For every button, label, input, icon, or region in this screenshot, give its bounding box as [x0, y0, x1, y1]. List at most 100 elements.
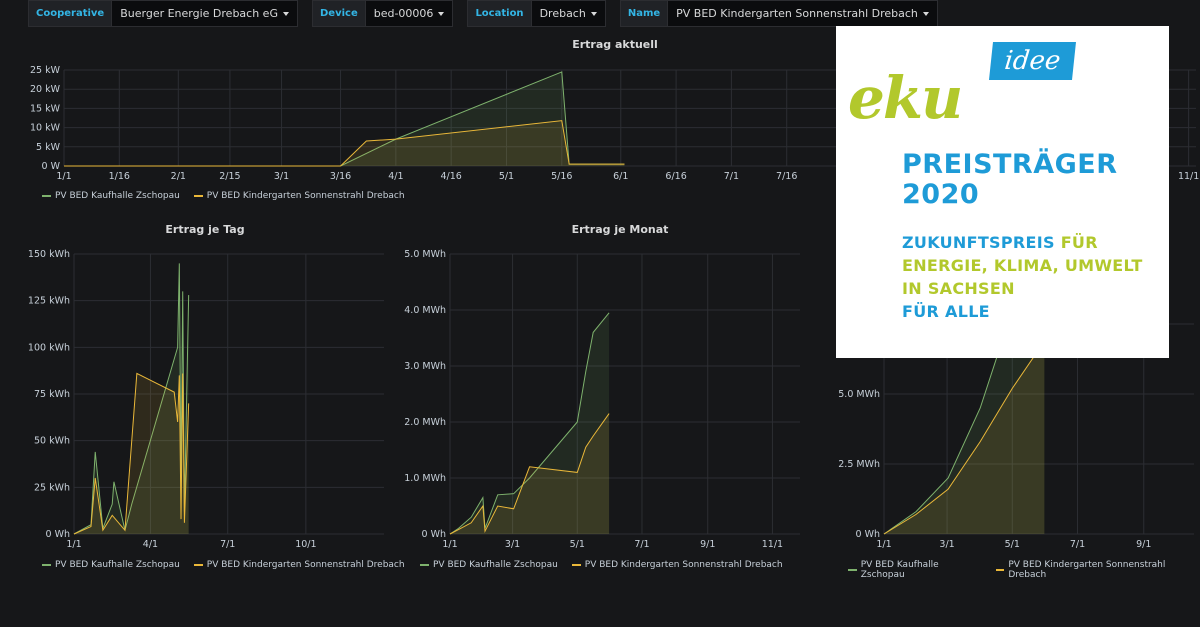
- x-tick-label: 1/1: [56, 171, 71, 182]
- caret-down-icon: [922, 11, 929, 16]
- legend-swatch: [571, 564, 581, 566]
- x-tick-label: 6/16: [665, 171, 686, 182]
- caret-down-icon: [438, 11, 445, 16]
- y-tick-label: 25 kWh: [34, 482, 70, 493]
- legend-swatch: [42, 564, 51, 566]
- x-tick-label: 1/1: [66, 539, 81, 550]
- legend-label: PV BED Kaufhalle Zschopau: [55, 560, 180, 570]
- y-tick-label: 1.0 MWh: [404, 473, 446, 484]
- var-label: Name: [619, 0, 669, 27]
- x-tick-label: 5/1: [1005, 539, 1020, 550]
- subtitle-line-1: ZUKUNFTSPREIS FÜR: [902, 231, 1143, 254]
- variable-bar: Cooperative Buerger Energie Drebach eG D…: [28, 0, 938, 27]
- x-tick-label: 3/1: [939, 539, 954, 550]
- y-tick-label: 50 kWh: [34, 436, 70, 447]
- x-tick-label: 7/1: [724, 171, 739, 182]
- y-tick-label: 5.0 MWh: [838, 389, 880, 400]
- x-tick-label: 3/1: [274, 171, 289, 182]
- y-tick-label: 4.0 MWh: [404, 305, 446, 316]
- y-tick-label: 2.0 MWh: [404, 417, 446, 428]
- x-tick-label: 7/1: [1070, 539, 1085, 550]
- cooperative-select[interactable]: Buerger Energie Drebach eG: [112, 0, 298, 27]
- select-value: Drebach: [539, 7, 586, 20]
- x-tick-label: 1/1: [442, 539, 457, 550]
- var-label: Cooperative: [28, 0, 113, 27]
- x-tick-label: 9/1: [1136, 539, 1151, 550]
- prize-heading: PREISTRÄGER 2020: [902, 150, 1118, 210]
- idee-logo-box: idee: [989, 42, 1076, 80]
- x-tick-label: 7/16: [776, 171, 797, 182]
- panel-title-ertrag-je-tag: Ertrag je Tag: [165, 223, 245, 236]
- y-tick-label: 10 kW: [30, 123, 61, 134]
- legend-swatch: [42, 195, 51, 197]
- legend-ertrag-je-tag: PV BED Kaufhalle Zschopau PV BED Kinderg…: [42, 560, 405, 570]
- x-tick-label: 4/1: [143, 539, 158, 550]
- legend-item-kaufhalle[interactable]: PV BED Kaufhalle Zschopau: [420, 560, 558, 570]
- y-tick-label: 20 kW: [30, 84, 61, 95]
- y-tick-label: 150 kWh: [28, 249, 70, 260]
- y-tick-label: 3.0 MWh: [404, 361, 446, 372]
- legend-item-kaufhalle[interactable]: PV BED Kaufhalle Zschopau: [42, 191, 180, 201]
- legend-item-kaufhalle[interactable]: PV BED Kaufhalle Zschopau: [42, 560, 180, 570]
- legend-item-kindergarten[interactable]: PV BED Kindergarten Sonnenstrahl Drebach: [193, 560, 405, 570]
- var-location[interactable]: Location Drebach: [467, 0, 606, 27]
- x-tick-label: 1/1: [876, 539, 891, 550]
- name-select[interactable]: PV BED Kindergarten Sonnenstrahl Drebach: [668, 0, 938, 27]
- chart-ertrag-je-tag[interactable]: 0 Wh25 kWh50 kWh75 kWh100 kWh125 kWh150 …: [20, 244, 390, 554]
- legend-item-kindergarten[interactable]: PV BED Kindergarten Sonnenstrahl Drebach: [995, 560, 1200, 580]
- var-name[interactable]: Name PV BED Kindergarten Sonnenstrahl Dr…: [619, 0, 938, 27]
- var-label: Device: [311, 0, 366, 27]
- x-tick-label: 4/16: [440, 171, 461, 182]
- legend-label: PV BED Kindergarten Sonnenstrahl Drebach: [584, 560, 783, 570]
- subtitle-text: ZUKUNFTSPREIS: [902, 233, 1061, 252]
- x-tick-label: 11/1: [1178, 171, 1199, 182]
- x-tick-label: 4/1: [388, 171, 403, 182]
- legend-item-kindergarten[interactable]: PV BED Kindergarten Sonnenstrahl Drebach: [571, 560, 783, 570]
- y-tick-label: 15 kW: [30, 103, 61, 114]
- legend-label: PV BED Kaufhalle Zschopau: [860, 560, 939, 580]
- x-tick-label: 5/1: [570, 539, 585, 550]
- prize-line-2: 2020: [902, 179, 980, 210]
- legend-swatch: [193, 195, 203, 197]
- y-tick-label: 2.5 MWh: [838, 459, 880, 470]
- x-tick-label: 3/16: [330, 171, 351, 182]
- caret-down-icon: [282, 11, 289, 16]
- var-device[interactable]: Device bed-00006: [311, 0, 454, 27]
- x-tick-label: 7/1: [220, 539, 235, 550]
- var-label: Location: [467, 0, 532, 27]
- prize-line-1: PREISTRÄGER: [902, 149, 1118, 180]
- var-cooperative[interactable]: Cooperative Buerger Energie Drebach eG: [28, 0, 298, 27]
- x-tick-label: 11/1: [762, 539, 783, 550]
- chart-ertrag-je-monat[interactable]: 0 Wh1.0 MWh2.0 MWh3.0 MWh4.0 MWh5.0 MWh1…: [398, 244, 808, 554]
- idee-logo-text: idee: [1003, 46, 1062, 76]
- select-value: PV BED Kindergarten Sonnenstrahl Drebach: [676, 7, 918, 20]
- x-tick-label: 2/15: [219, 171, 240, 182]
- legend-label: PV BED Kindergarten Sonnenstrahl Drebach: [206, 191, 405, 201]
- x-tick-label: 9/1: [700, 539, 715, 550]
- x-tick-label: 5/1: [499, 171, 514, 182]
- x-tick-label: 2/1: [171, 171, 186, 182]
- legend-label: PV BED Kaufhalle Zschopau: [433, 560, 558, 570]
- panel-title-ertrag-je-monat: Ertrag je Monat: [571, 223, 669, 236]
- y-tick-label: 75 kWh: [34, 389, 70, 400]
- legend-label: PV BED Kindergarten Sonnenstrahl Drebach: [206, 560, 405, 570]
- y-tick-label: 125 kWh: [28, 296, 70, 307]
- legend-swatch: [420, 564, 429, 566]
- device-select[interactable]: bed-00006: [365, 0, 454, 27]
- legend-swatch: [848, 569, 857, 571]
- legend-ertrag-je-monat: PV BED Kaufhalle Zschopau PV BED Kinderg…: [420, 560, 783, 570]
- subtitle-text: FÜR: [1060, 233, 1098, 252]
- subtitle-line-4: FÜR ALLE: [902, 302, 990, 321]
- legend-item-kindergarten[interactable]: PV BED Kindergarten Sonnenstrahl Drebach: [193, 191, 405, 201]
- x-tick-label: 6/1: [613, 171, 628, 182]
- legend-chart-4: PV BED Kaufhalle Zschopau PV BED Kinderg…: [848, 560, 1200, 580]
- x-tick-label: 3/1: [505, 539, 520, 550]
- legend-label: PV BED Kaufhalle Zschopau: [55, 191, 180, 201]
- select-value: Buerger Energie Drebach eG: [120, 7, 278, 20]
- x-tick-label: 1/16: [109, 171, 130, 182]
- x-tick-label: 10/1: [295, 539, 316, 550]
- y-tick-label: 5 kW: [36, 142, 61, 153]
- location-select[interactable]: Drebach: [531, 0, 606, 27]
- legend-swatch: [193, 564, 203, 566]
- legend-item-kaufhalle[interactable]: PV BED Kaufhalle Zschopau: [848, 560, 982, 580]
